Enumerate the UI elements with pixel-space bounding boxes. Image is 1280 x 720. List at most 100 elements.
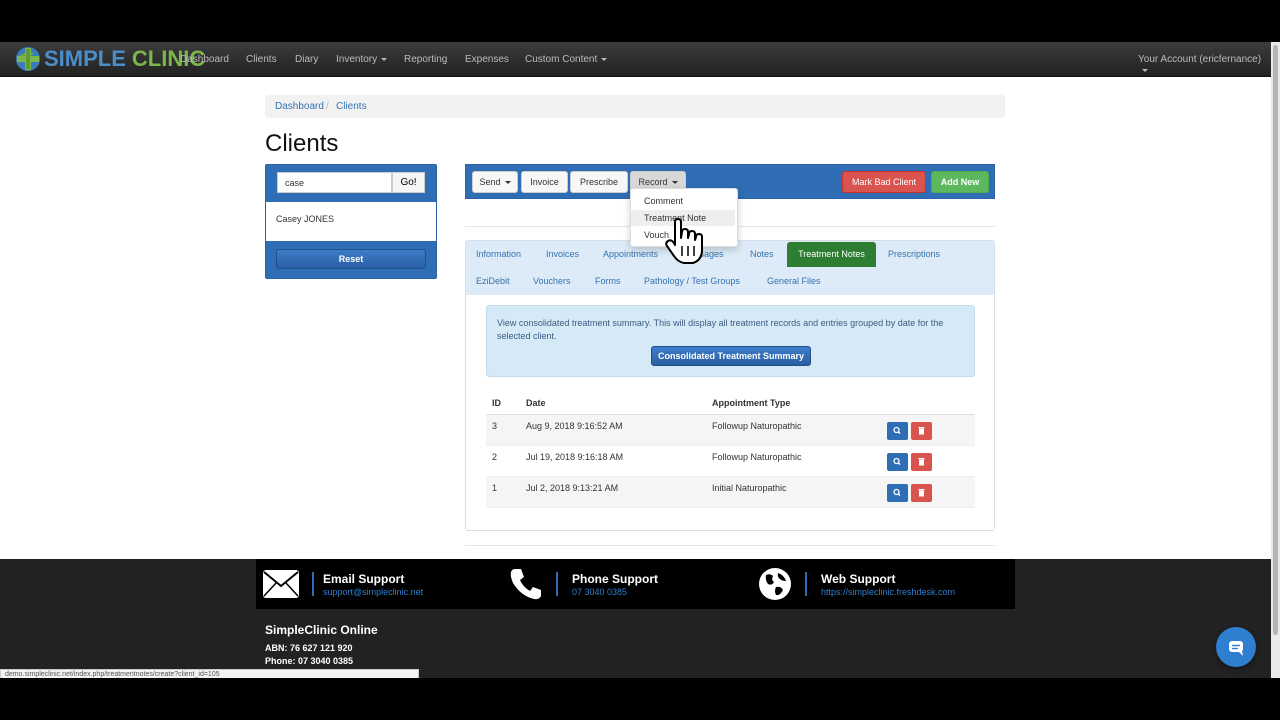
- client-result-item[interactable]: Casey JONES: [276, 214, 334, 224]
- tab-invoices[interactable]: Invoices: [546, 249, 579, 259]
- site-footer: Email Support support@simpleclinic.net P…: [0, 559, 1271, 678]
- cell-date: Jul 2, 2018 9:13:21 AM: [520, 476, 706, 508]
- search-icon: [893, 426, 901, 435]
- cell-id: 3: [486, 414, 520, 446]
- tab-vouchers[interactable]: Vouchers: [533, 276, 571, 286]
- web-support: Web Support https://simpleclinic.freshde…: [758, 559, 1015, 609]
- trash-icon: [918, 427, 925, 435]
- email-support: Email Support support@simpleclinic.net: [260, 559, 500, 609]
- tab-pathology[interactable]: Pathology / Test Groups: [644, 276, 740, 286]
- phone-support-link[interactable]: 07 3040 0385: [572, 587, 627, 597]
- caret-down-icon: [504, 181, 511, 185]
- support-bar: Email Support support@simpleclinic.net P…: [256, 559, 1015, 609]
- page-title: Clients: [265, 130, 339, 157]
- delete-button[interactable]: [911, 453, 932, 471]
- nav-diary[interactable]: Diary: [295, 54, 318, 65]
- scrollbar-thumb[interactable]: [1273, 45, 1278, 635]
- send-button[interactable]: Send: [472, 171, 518, 193]
- trash-icon: [918, 458, 925, 466]
- summary-info-box: View consolidated treatment summary. Thi…: [486, 305, 975, 377]
- table-row: 1 Jul 2, 2018 9:13:21 AM Initial Naturop…: [486, 476, 975, 508]
- invoice-button[interactable]: Invoice: [521, 171, 568, 193]
- nav-inventory-label: Inventory: [336, 54, 378, 65]
- brand-logo[interactable]: SIMPLE CLINIC: [14, 44, 205, 74]
- col-appointment-type: Appointment Type: [706, 392, 881, 415]
- brand-word-simple: SIMPLE: [44, 46, 126, 71]
- delete-button[interactable]: [911, 484, 932, 502]
- caret-down-icon: [381, 57, 388, 61]
- page-scrollbar[interactable]: [1271, 42, 1280, 678]
- nav-reporting[interactable]: Reporting: [404, 54, 447, 65]
- search-bar: Go!: [266, 165, 436, 202]
- phone-support: Phone Support 07 3040 0385: [509, 559, 749, 609]
- globe-icon: [759, 568, 791, 600]
- tab-ezidebit[interactable]: EziDebit: [476, 276, 510, 286]
- summary-info-text: View consolidated treatment summary. Thi…: [497, 318, 944, 341]
- view-button[interactable]: [887, 484, 908, 502]
- table-row: 2 Jul 19, 2018 9:16:18 AM Followup Natur…: [486, 445, 975, 477]
- cell-type: Followup Naturopathic: [706, 414, 881, 446]
- support-divider: [556, 572, 558, 596]
- nav-dashboard[interactable]: Dashboard: [180, 54, 229, 65]
- view-button[interactable]: [887, 422, 908, 440]
- cell-type: Initial Naturopathic: [706, 476, 881, 508]
- footer-phone: Phone: 07 3040 0385: [265, 656, 354, 666]
- email-support-link[interactable]: support@simpleclinic.net: [323, 587, 423, 597]
- cell-id: 2: [486, 445, 520, 477]
- breadcrumb-dashboard[interactable]: Dashboard: [275, 101, 324, 112]
- col-date: Date: [520, 392, 706, 415]
- tab-information[interactable]: Information: [476, 249, 521, 259]
- cell-actions: [881, 414, 975, 446]
- top-navbar: SIMPLE CLINIC Dashboard Clients Diary In…: [0, 42, 1271, 77]
- nav-inventory[interactable]: Inventory: [336, 54, 388, 65]
- trash-icon: [918, 489, 925, 497]
- chat-widget-button[interactable]: [1216, 627, 1256, 667]
- client-tabs-panel: Information Invoices Appointments ssages…: [465, 240, 995, 531]
- search-results: Casey JONES: [266, 202, 436, 241]
- web-support-link[interactable]: https://simpleclinic.freshdesk.com: [821, 587, 955, 597]
- consolidated-summary-button[interactable]: Consolidated Treatment Summary: [651, 346, 811, 366]
- record-button-label: Record: [638, 177, 668, 187]
- client-search-input[interactable]: [277, 172, 392, 193]
- search-icon: [893, 457, 901, 466]
- breadcrumb-separator: /: [326, 101, 329, 112]
- reset-button[interactable]: Reset: [276, 249, 426, 269]
- delete-button[interactable]: [911, 422, 932, 440]
- breadcrumb-clients[interactable]: Clients: [336, 101, 367, 112]
- tab-treatment-notes[interactable]: Treatment Notes: [787, 242, 876, 267]
- cell-actions: [881, 476, 975, 508]
- mark-bad-client-button[interactable]: Mark Bad Client: [842, 171, 926, 193]
- send-button-label: Send: [479, 177, 501, 187]
- tab-general-files[interactable]: General Files: [767, 276, 821, 286]
- clinic-cross-icon: [14, 45, 42, 73]
- menu-item-comment[interactable]: Comment: [631, 193, 735, 209]
- cell-id: 1: [486, 476, 520, 508]
- hand-pointer-cursor-icon: [665, 218, 703, 264]
- nav-clients[interactable]: Clients: [246, 54, 277, 65]
- go-button[interactable]: Go!: [392, 172, 425, 193]
- footer-title: SimpleClinic Online: [265, 623, 378, 637]
- add-new-button[interactable]: Add New: [931, 171, 989, 193]
- tab-notes[interactable]: Notes: [750, 249, 774, 259]
- status-bar-url: demo.simpleclinic.net/index.php/treatmen…: [0, 669, 419, 678]
- caret-down-icon: [671, 181, 678, 185]
- search-icon: [893, 488, 901, 497]
- support-divider: [805, 572, 807, 596]
- breadcrumb: Dashboard / Clients: [265, 95, 1005, 118]
- cell-date: Aug 9, 2018 9:16:52 AM: [520, 414, 706, 446]
- support-divider: [312, 572, 314, 596]
- view-button[interactable]: [887, 453, 908, 471]
- footer-abn: ABN: 76 627 121 920: [265, 643, 353, 653]
- nav-expenses[interactable]: Expenses: [465, 54, 509, 65]
- nav-custom-content[interactable]: Custom Content: [525, 54, 608, 65]
- treatment-notes-table: ID Date Appointment Type 3 Aug 9, 2018 9…: [486, 392, 975, 508]
- table-header-row: ID Date Appointment Type: [486, 392, 975, 415]
- tab-prescriptions[interactable]: Prescriptions: [888, 249, 940, 259]
- tab-appointments[interactable]: Appointments: [603, 249, 658, 259]
- nav-account-label: Your Account (ericfernance): [1138, 54, 1262, 65]
- email-support-title: Email Support: [323, 572, 405, 586]
- cell-date: Jul 19, 2018 9:16:18 AM: [520, 445, 706, 477]
- tab-forms[interactable]: Forms: [595, 276, 621, 286]
- prescribe-button[interactable]: Prescribe: [570, 171, 628, 193]
- nav-account[interactable]: Your Account (ericfernance): [1138, 54, 1271, 76]
